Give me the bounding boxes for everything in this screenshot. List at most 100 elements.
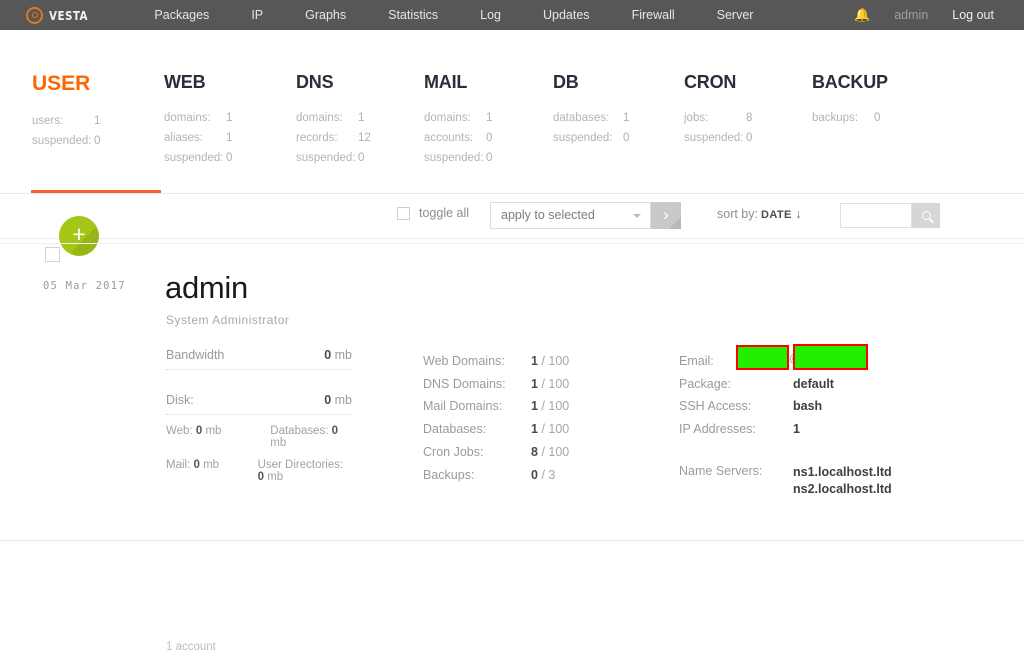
counter-label: DNS Domains: (423, 376, 506, 391)
row-select-checkbox[interactable] (45, 247, 60, 262)
disk-databases: Databases: 0 mb (270, 425, 339, 449)
stat-column-user[interactable]: USER users: 1 suspended: 0 (32, 72, 100, 151)
stat-column-backup[interactable]: BACKUP backups: 0 (812, 72, 888, 128)
nav-item-ip[interactable]: IP (230, 0, 284, 30)
stat-key: databases: (553, 112, 610, 124)
nav-item-packages[interactable]: Packages (133, 0, 230, 30)
sort-by-value: DATE (761, 209, 792, 221)
resource-counters: Web Domains: 1 / 100 DNS Domains: 1 / 10… (423, 350, 569, 486)
main-nav: Packages IP Graphs Statistics Log Update… (133, 0, 774, 30)
counter-value: 1 / 100 (531, 376, 570, 391)
stat-column-cron[interactable]: CRON jobs: 8 suspended: 0 (684, 72, 752, 148)
stat-title-mail: MAIL (424, 72, 468, 92)
detail-value-ip: 1 (793, 422, 800, 437)
stat-title-web: WEB (164, 72, 206, 92)
nav-item-firewall[interactable]: Firewall (611, 0, 696, 30)
counter-cron-jobs: Cron Jobs: 8 / 100 (423, 441, 569, 464)
nav-item-updates[interactable]: Updates (522, 0, 611, 30)
vesta-ring-icon (26, 6, 43, 24)
stat-column-web[interactable]: WEB domains: 1 aliases: 1 suspended: 0 (164, 72, 232, 168)
sort-direction-icon: ↓ (795, 207, 802, 221)
usage-block: Bandwidth 0 mb Disk: 0 mb Web: 0 mb Data… (166, 348, 352, 483)
name-server-2: ns2.localhost.ltd (793, 482, 892, 496)
stat-title-backup: BACKUP (812, 72, 888, 92)
stat-column-dns[interactable]: DNS domains: 1 records: 12 suspended: 0 (296, 72, 371, 168)
disk-value: 0 mb (324, 393, 352, 407)
stat-key: suspended: (32, 135, 92, 147)
nav-item-server[interactable]: Server (696, 0, 775, 30)
notifications-bell-icon[interactable]: 🔔 (844, 0, 880, 30)
stat-value: 1 (486, 112, 493, 124)
counter-value: 8 / 100 (531, 444, 570, 459)
counter-web-domains: Web Domains: 1 / 100 (423, 350, 569, 373)
stat-value: 0 (358, 152, 365, 164)
account-count-footer: 1 account (166, 641, 216, 653)
counter-value: 0 / 3 (531, 467, 556, 482)
toggle-all-checkbox[interactable] (397, 206, 410, 220)
stat-value: 1 (358, 112, 365, 124)
email-local-part-redaction-box (736, 345, 789, 370)
stat-key: domains: (424, 112, 471, 124)
account-name[interactable]: admin (165, 270, 248, 306)
stat-row-dns-domains: domains: 1 (296, 108, 371, 128)
detail-ssh-access: SSH Access: bash (679, 395, 834, 418)
account-role: System Administrator (166, 313, 290, 327)
disk-breakdown-row-1: Web: 0 mb Databases: 0 mb (166, 425, 352, 449)
apply-to-selected-dropdown[interactable]: apply to selected (490, 202, 651, 229)
stat-column-db[interactable]: DB databases: 1 suspended: 0 (553, 72, 629, 148)
stat-row-users: users: 1 (32, 111, 100, 131)
stat-key: domains: (164, 112, 211, 124)
bandwidth-label: Bandwidth (166, 348, 225, 362)
stat-column-mail[interactable]: MAIL domains: 1 accounts: 0 suspended: 0 (424, 72, 492, 168)
stat-value: 12 (358, 132, 371, 144)
counter-label: Cron Jobs: (423, 444, 484, 459)
stat-value: 0 (486, 132, 493, 144)
counter-value: 1 / 100 (531, 354, 570, 368)
current-user-link[interactable]: admin (880, 0, 942, 30)
stat-key: users: (32, 115, 64, 127)
search-button[interactable] (912, 203, 940, 228)
stat-title-dns: DNS (296, 72, 334, 92)
stat-row-dns-records: records: 12 (296, 128, 371, 148)
stat-value: 1 (94, 115, 101, 127)
toggle-all-control[interactable]: toggle all (397, 206, 469, 220)
stats-summary-panel: USER users: 1 suspended: 0 WEB domains: … (0, 30, 1024, 192)
vesta-logo-text: VESTA (49, 7, 89, 23)
bandwidth-row: Bandwidth 0 mb (166, 348, 352, 362)
stat-row-mail-suspended: suspended: 0 (424, 148, 492, 168)
stat-row-mail-accounts: accounts: 0 (424, 128, 492, 148)
nav-item-graphs[interactable]: Graphs (284, 0, 367, 30)
stat-value: 1 (623, 112, 630, 124)
detail-label: SSH Access: (679, 399, 752, 414)
detail-label: IP Addresses: (679, 422, 756, 437)
nav-item-log[interactable]: Log (459, 0, 522, 30)
disk-breakdown-row-2: Mail: 0 mb User Directories: 0 mb (166, 459, 352, 483)
row-date: 05 Mar 2017 (43, 280, 126, 292)
search-input[interactable] (840, 203, 912, 228)
name-servers-label: Name Servers: (679, 464, 763, 478)
stat-value: 0 (486, 152, 493, 164)
stat-row-databases: databases: 1 (553, 108, 629, 128)
apply-submit-button[interactable]: › (651, 202, 681, 229)
name-server-1: ns1.localhost.ltd (793, 465, 892, 479)
nav-item-statistics[interactable]: Statistics (367, 0, 459, 30)
stat-row-web-suspended: suspended: 0 (164, 148, 232, 168)
top-right-controls: 🔔 admin Log out (844, 0, 1008, 30)
sort-by-control[interactable]: sort by: DATE ↓ (717, 207, 801, 221)
stat-key: suspended: (684, 132, 744, 144)
stat-key: backups: (812, 112, 859, 124)
name-servers-block: Name Servers: ns1.localhost.ltd ns2.loca… (679, 464, 892, 498)
counter-label: Mail Domains: (423, 399, 503, 414)
stat-row-db-suspended: suspended: 0 (553, 128, 629, 148)
stat-value: 8 (746, 112, 753, 124)
logout-link[interactable]: Log out (942, 0, 1008, 30)
stat-key: suspended: (164, 152, 224, 164)
content-bottom-divider (0, 540, 1024, 541)
name-servers-values: ns1.localhost.ltd ns2.localhost.ltd (793, 464, 892, 498)
stat-key: suspended: (553, 132, 613, 144)
disk-underline (166, 414, 352, 415)
top-navigation-bar: VESTA Packages IP Graphs Statistics Log … (0, 0, 1024, 30)
search-icon (921, 211, 931, 220)
vesta-logo[interactable]: VESTA (26, 6, 91, 24)
add-user-button[interactable]: + (59, 216, 99, 256)
